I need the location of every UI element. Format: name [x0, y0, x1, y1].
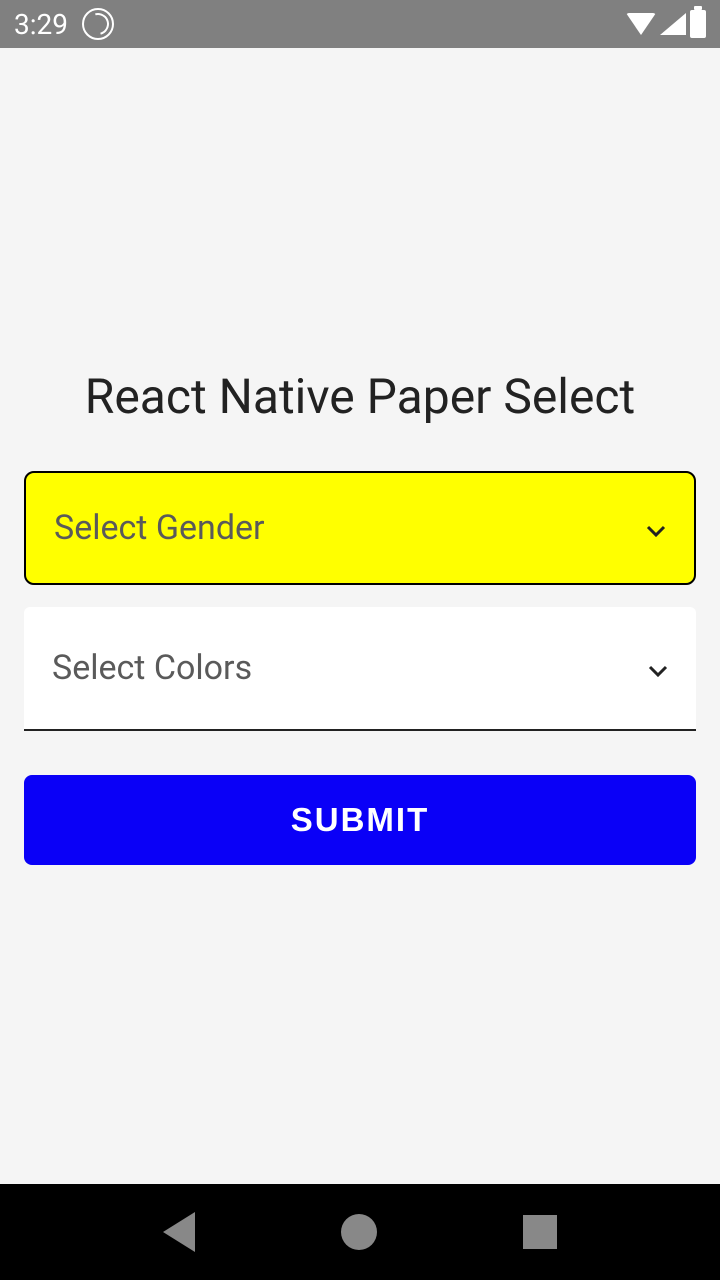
submit-button[interactable]: SUBMIT — [24, 775, 696, 865]
clock-icon — [82, 8, 114, 40]
wifi-icon — [626, 13, 656, 35]
nav-home-button[interactable] — [341, 1214, 377, 1250]
gender-select[interactable]: Select Gender — [24, 471, 696, 585]
main-content: React Native Paper Select Select Gender … — [0, 48, 720, 1184]
cellular-signal-icon — [660, 13, 686, 35]
nav-back-button[interactable] — [163, 1212, 195, 1252]
status-bar: 3:29 — [0, 0, 720, 48]
chevron-down-icon — [646, 522, 666, 534]
battery-icon — [690, 10, 706, 38]
page-title: React Native Paper Select — [24, 368, 696, 425]
colors-select-label: Select Colors — [52, 648, 252, 688]
chevron-down-icon — [648, 662, 668, 674]
colors-select[interactable]: Select Colors — [24, 607, 696, 731]
status-time: 3:29 — [14, 8, 68, 41]
navigation-bar — [0, 1184, 720, 1280]
nav-recent-button[interactable] — [523, 1215, 557, 1249]
status-bar-left: 3:29 — [14, 8, 114, 41]
status-bar-right — [626, 10, 706, 38]
gender-select-label: Select Gender — [54, 508, 265, 548]
